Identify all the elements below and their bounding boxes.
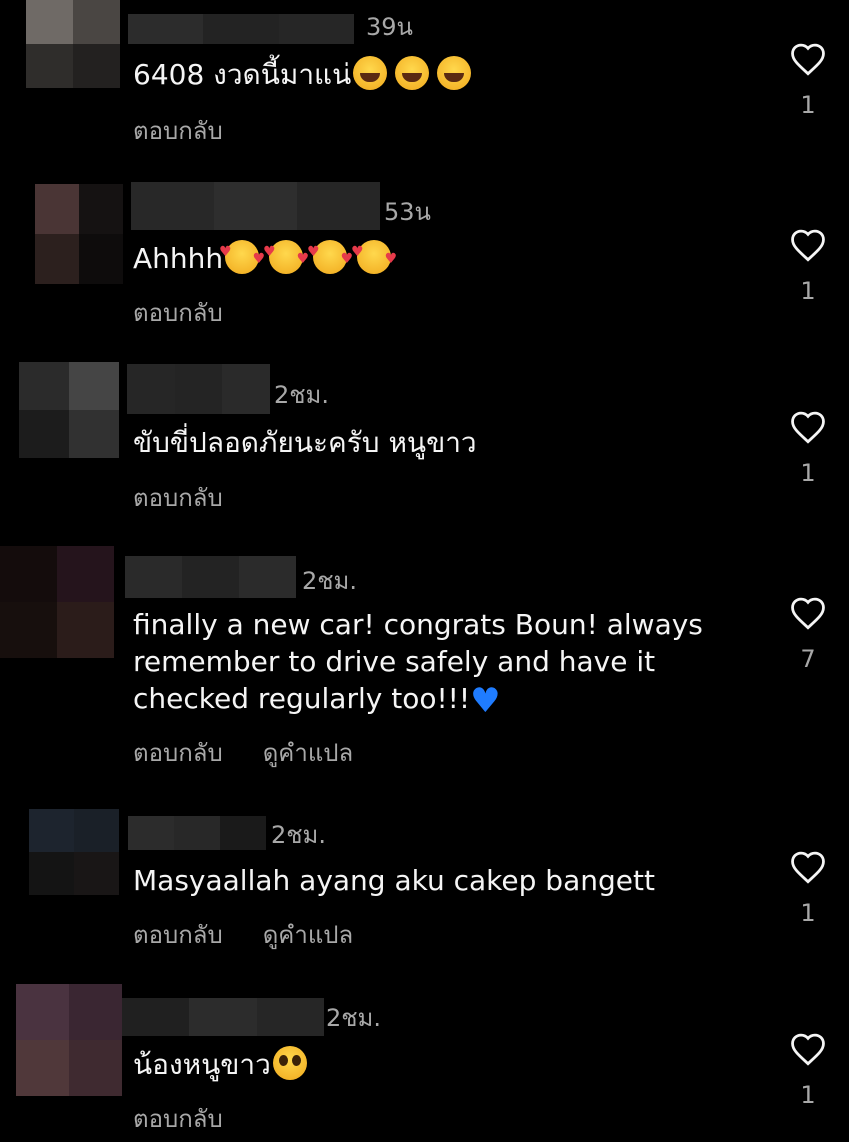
see-translation-button[interactable]: ดูคำแปล — [263, 738, 354, 768]
comment-text: finally a new car! congrats Boun! always… — [133, 606, 703, 720]
comment-timestamp: 2ชม. — [274, 381, 330, 409]
avatar-pixel — [73, 44, 120, 88]
avatar-pixel — [0, 602, 57, 658]
comment-timestamp: 39น — [366, 13, 413, 41]
avatar-pixel — [35, 234, 79, 284]
comment-timestamp: 53น — [384, 198, 431, 226]
avatar-pixel — [19, 410, 69, 458]
like-control: 1 — [786, 42, 830, 120]
smiling-face-with-hearts-emoji — [351, 234, 397, 278]
like-control: 1 — [786, 228, 830, 306]
comment-timestamp: 2ชม. — [271, 821, 327, 849]
reply-button[interactable]: ตอบกลับ — [133, 483, 223, 513]
avatar[interactable] — [16, 984, 122, 1096]
comment-actions: ตอบกลับ ดูคำแปล — [133, 920, 353, 950]
like-count: 1 — [800, 277, 816, 305]
avatar-pixel — [19, 362, 69, 410]
username-blurred[interactable] — [127, 364, 271, 414]
like-count: 7 — [800, 645, 816, 673]
laughing-tears-emoji — [395, 56, 430, 90]
avatar-pixel — [26, 44, 73, 88]
avatar-pixel — [74, 809, 119, 852]
comment-timestamp: 2ชม. — [302, 567, 358, 595]
avatar-pixel — [57, 602, 114, 658]
comment-timestamp: 2ชม. — [326, 1004, 382, 1032]
username-blurred[interactable] — [128, 14, 354, 44]
heart-outline-icon[interactable] — [789, 42, 827, 76]
comment-text: Ahhhh — [133, 234, 397, 278]
avatar-pixel — [35, 184, 79, 234]
avatar-pixel — [79, 184, 123, 234]
comment-actions: ตอบกลับ — [133, 483, 223, 513]
see-translation-button[interactable]: ดูคำแปล — [263, 920, 354, 950]
avatar[interactable] — [0, 546, 114, 658]
pleading-face-emoji — [272, 1046, 307, 1080]
avatar-pixel — [29, 809, 74, 852]
laughing-tears-emoji — [437, 56, 472, 90]
avatar-pixel — [79, 234, 123, 284]
comment-text: 6408 งวดนี้มาแน่ — [133, 56, 472, 93]
like-control: 7 — [786, 596, 830, 674]
avatar-pixel — [69, 1040, 122, 1096]
smiling-face-with-hearts-emoji — [307, 234, 353, 278]
avatar-pixel — [69, 362, 119, 410]
avatar-pixel — [69, 410, 119, 458]
avatar-pixel — [29, 852, 74, 895]
like-count: 1 — [800, 1081, 816, 1109]
laughing-tears-emoji — [353, 56, 388, 90]
blue-heart-emoji: ♥ — [470, 681, 501, 721]
comment-actions: ตอบกลับ ดูคำแปล — [133, 738, 353, 768]
heart-outline-icon[interactable] — [789, 1032, 827, 1066]
avatar-pixel — [57, 546, 114, 602]
like-control: 1 — [786, 850, 830, 928]
avatar-pixel — [16, 984, 69, 1040]
smiling-face-with-hearts-emoji — [263, 234, 309, 278]
reply-button[interactable]: ตอบกลับ — [133, 1104, 223, 1134]
avatar[interactable] — [35, 184, 123, 284]
avatar[interactable] — [19, 362, 119, 458]
like-count: 1 — [800, 91, 816, 119]
avatar-pixel — [26, 0, 73, 44]
heart-outline-icon[interactable] — [789, 596, 827, 630]
like-count: 1 — [800, 459, 816, 487]
comment-body: finally a new car! congrats Boun! always… — [133, 608, 703, 715]
reply-button[interactable]: ตอบกลับ — [133, 738, 223, 768]
comment-body: น้องหนูขาว — [133, 1048, 271, 1081]
username-blurred[interactable] — [128, 816, 266, 850]
avatar[interactable] — [26, 0, 120, 88]
avatar-pixel — [69, 984, 122, 1040]
comment-body: ขับขี่ปลอดภัยนะครับ หนูขาว — [133, 426, 477, 459]
username-blurred[interactable] — [122, 998, 324, 1036]
heart-outline-icon[interactable] — [789, 410, 827, 444]
like-control: 1 — [786, 410, 830, 488]
like-count: 1 — [800, 899, 816, 927]
comment-body: 6408 งวดนี้มาแน่ — [133, 58, 352, 91]
comment-actions: ตอบกลับ — [133, 116, 223, 146]
comment-body: Masyaallah ayang aku cakep bangett — [133, 864, 655, 897]
heart-outline-icon[interactable] — [789, 228, 827, 262]
reply-button[interactable]: ตอบกลับ — [133, 116, 223, 146]
heart-outline-icon[interactable] — [789, 850, 827, 884]
username-blurred[interactable] — [131, 182, 380, 230]
comment-actions: ตอบกลับ — [133, 298, 223, 328]
avatar-pixel — [73, 0, 120, 44]
avatar-pixel — [16, 1040, 69, 1096]
avatar-pixel — [0, 546, 57, 602]
reply-button[interactable]: ตอบกลับ — [133, 920, 223, 950]
avatar[interactable] — [29, 809, 119, 895]
comment-text: ขับขี่ปลอดภัยนะครับ หนูขาว — [133, 424, 477, 461]
avatar-pixel — [74, 852, 119, 895]
comment-body: Ahhhh — [133, 242, 224, 275]
comment-text: น้องหนูขาว — [133, 1046, 307, 1083]
comment-actions: ตอบกลับ — [133, 1104, 223, 1134]
smiling-face-with-hearts-emoji — [219, 234, 265, 278]
like-control: 1 — [786, 1032, 830, 1110]
username-blurred[interactable] — [125, 556, 296, 598]
comment-text: Masyaallah ayang aku cakep bangett — [133, 862, 655, 899]
reply-button[interactable]: ตอบกลับ — [133, 298, 223, 328]
